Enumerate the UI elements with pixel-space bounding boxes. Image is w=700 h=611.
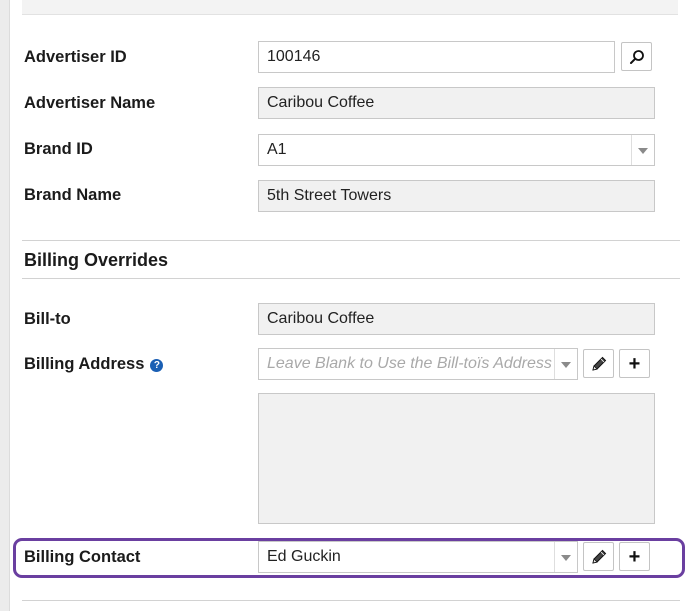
chevron-down-icon[interactable] <box>631 135 654 165</box>
billing-address-details <box>258 393 655 524</box>
billing-contact-highlight <box>13 538 685 578</box>
advertiser-id-input[interactable]: 100146 <box>258 41 615 73</box>
left-panel-edge <box>0 0 10 611</box>
search-icon <box>629 49 644 64</box>
pencil-icon <box>591 356 606 371</box>
add-address-button[interactable]: + <box>619 349 650 378</box>
billing-address-select[interactable]: Leave Blank to Use the Bill-toïs Address <box>258 348 578 380</box>
brand-id-select[interactable]: A1 <box>258 134 655 166</box>
plus-icon: + <box>628 352 641 375</box>
advertiser-name-label: Advertiser Name <box>24 94 156 112</box>
billing-address-label: Billing Address? <box>24 353 164 375</box>
brand-name-field: 5th Street Towers <box>258 180 655 212</box>
billing-address-placeholder: Leave Blank to Use the Bill-toïs Address <box>267 355 552 372</box>
top-band <box>22 0 678 15</box>
advertiser-search-button[interactable] <box>621 42 652 71</box>
chevron-down-icon[interactable] <box>554 349 577 379</box>
billing-overrides-title: Billing Overrides <box>24 250 169 270</box>
brand-name-label: Brand Name <box>24 186 122 204</box>
section-divider-top <box>22 240 680 241</box>
bill-to-field: Caribou Coffee <box>258 303 655 335</box>
bottom-divider <box>22 600 680 601</box>
brand-id-label: Brand ID <box>24 140 93 158</box>
advertiser-name-field: Caribou Coffee <box>258 87 655 119</box>
help-icon[interactable]: ? <box>150 359 164 372</box>
section-divider-bottom <box>22 278 680 279</box>
brand-id-value: A1 <box>267 141 287 158</box>
advertiser-id-label: Advertiser ID <box>24 48 127 66</box>
bill-to-label: Bill-to <box>24 310 71 328</box>
edit-address-button[interactable] <box>583 349 614 378</box>
billing-address-label-text: Billing Address <box>24 355 145 373</box>
